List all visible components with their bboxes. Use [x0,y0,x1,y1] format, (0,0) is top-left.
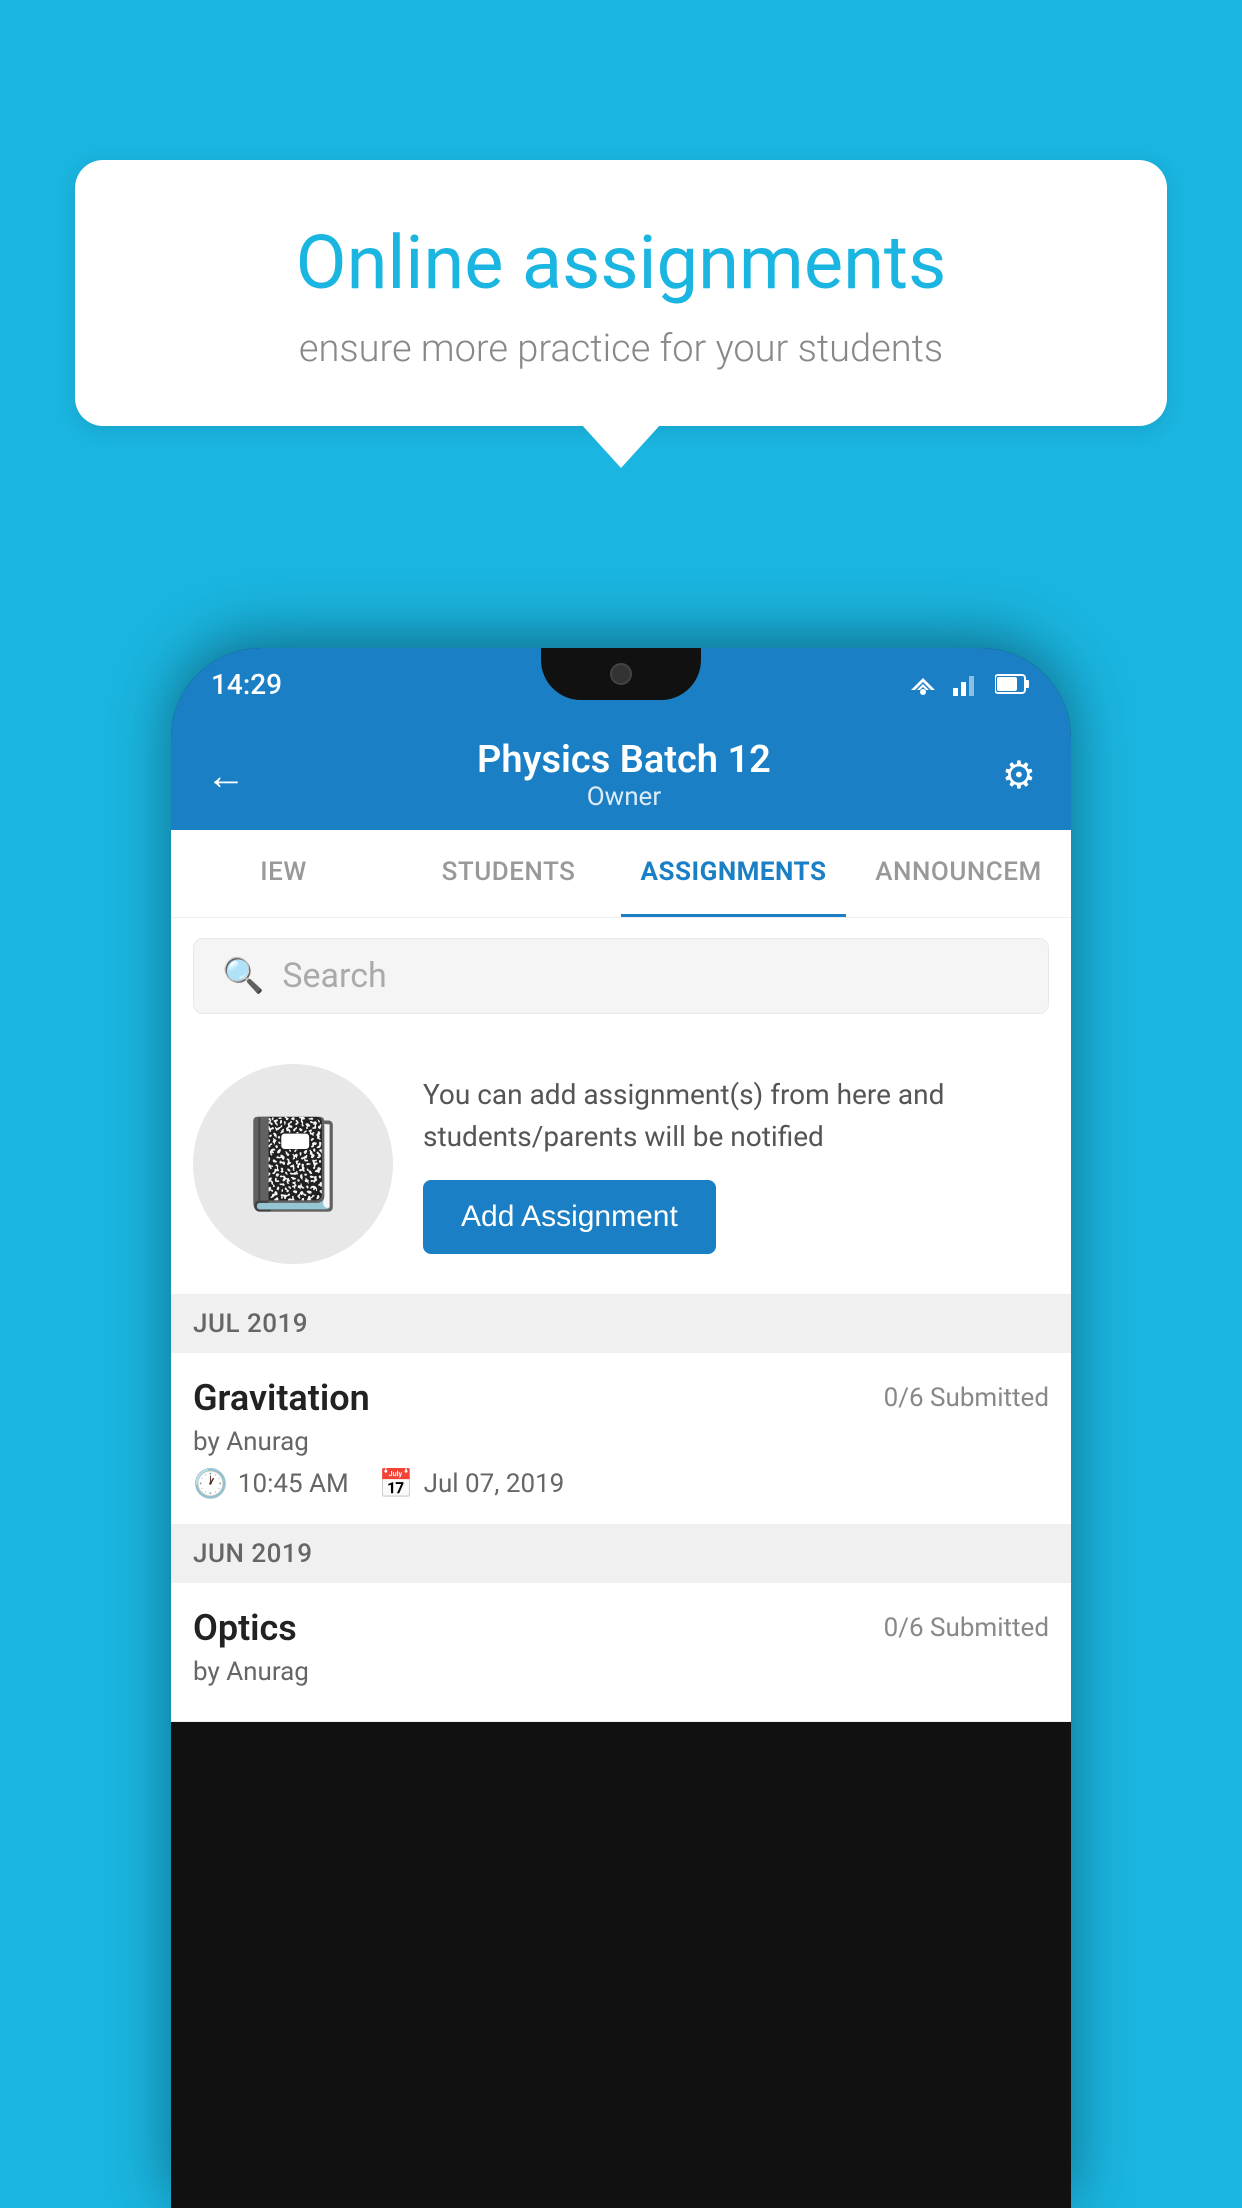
clock-icon: 🕐 [193,1467,228,1500]
notch [541,648,701,700]
signal-icon [953,672,981,696]
section-header-jun: JUN 2019 [171,1525,1071,1583]
tab-students[interactable]: STUDENTS [396,830,621,917]
speech-bubble: Online assignments ensure more practice … [75,160,1167,426]
speech-bubble-container: Online assignments ensure more practice … [75,160,1167,426]
assignment-date: 📅 Jul 07, 2019 [379,1467,565,1500]
back-button[interactable]: ← [206,752,246,799]
header-title-area: Physics Batch 12 Owner [477,738,771,812]
assignment-item-gravitation[interactable]: Gravitation 0/6 Submitted by Anurag 🕐 10… [171,1353,1071,1525]
assignment-author: by Anurag [193,1657,1049,1687]
search-container: 🔍 Search [171,918,1071,1034]
assignment-row: Gravitation 0/6 Submitted [193,1377,1049,1419]
phone-screen: 🔍 Search 📓 You can add assignment(s) fro… [171,918,1071,1722]
phone-frame: 14:29 ← [171,648,1071,2208]
status-icons [907,672,1031,696]
camera [610,663,632,685]
search-icon: 🔍 [222,956,264,996]
speech-bubble-title: Online assignments [145,220,1097,307]
header-title: Physics Batch 12 [477,738,771,782]
search-bar[interactable]: 🔍 Search [193,938,1049,1014]
calendar-icon: 📅 [379,1467,414,1500]
notebook-icon: 📓 [237,1112,349,1217]
assignment-row: Optics 0/6 Submitted [193,1607,1049,1649]
assignment-submitted: 0/6 Submitted [884,1613,1049,1643]
assignment-meta: 🕐 10:45 AM 📅 Jul 07, 2019 [193,1467,1049,1500]
app-header: ← Physics Batch 12 Owner ⚙ [171,720,1071,830]
assignment-icon-circle: 📓 [193,1064,393,1264]
assignment-submitted: 0/6 Submitted [884,1383,1049,1413]
assignment-item-optics[interactable]: Optics 0/6 Submitted by Anurag [171,1583,1071,1722]
wifi-icon [907,672,939,696]
date-value: Jul 07, 2019 [424,1469,565,1499]
settings-icon[interactable]: ⚙ [1002,753,1036,798]
status-bar: 14:29 [171,648,1071,720]
status-time: 14:29 [211,668,282,701]
add-assignment-button[interactable]: Add Assignment [423,1180,716,1254]
tab-iew[interactable]: IEW [171,830,396,917]
tab-announcements[interactable]: ANNOUNCEM [846,830,1071,917]
tabs-bar: IEW STUDENTS ASSIGNMENTS ANNOUNCEM [171,830,1071,918]
assignment-name: Optics [193,1607,297,1649]
assignment-time: 🕐 10:45 AM [193,1467,349,1500]
search-placeholder: Search [282,956,386,996]
assignment-name: Gravitation [193,1377,370,1419]
promo-text: You can add assignment(s) from here and … [423,1074,1049,1158]
speech-bubble-subtitle: ensure more practice for your students [145,327,1097,371]
header-subtitle: Owner [477,782,771,812]
time-value: 10:45 AM [238,1469,349,1499]
battery-icon [995,673,1031,695]
tab-assignments[interactable]: ASSIGNMENTS [621,830,846,917]
promo-section: 📓 You can add assignment(s) from here an… [171,1034,1071,1295]
promo-content: You can add assignment(s) from here and … [423,1074,1049,1254]
assignment-author: by Anurag [193,1427,1049,1457]
section-header-jul: JUL 2019 [171,1295,1071,1353]
